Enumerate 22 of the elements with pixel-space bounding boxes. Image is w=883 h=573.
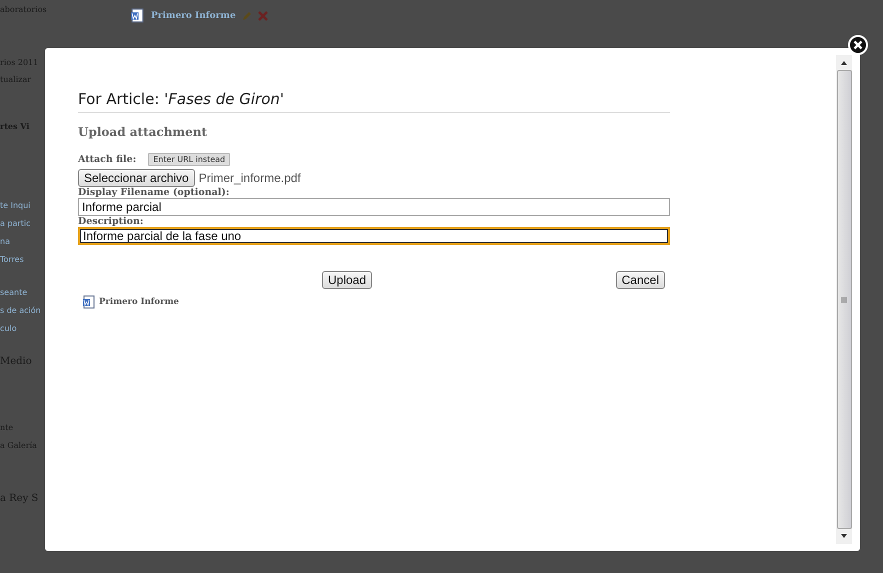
attachment-link[interactable]: Primero Informe xyxy=(99,297,179,307)
document-icon xyxy=(82,295,96,309)
field-label: Attach file: xyxy=(78,154,136,165)
file-name: Primer_informe.pdf xyxy=(198,171,301,185)
description-field[interactable]: Informe parcial de la fase uno xyxy=(78,227,670,245)
filename-field[interactable]: Informe parcial xyxy=(78,198,670,216)
close-icon[interactable] xyxy=(853,40,863,50)
field-label: Description: xyxy=(78,216,144,227)
url-button[interactable]: Enter URL instead xyxy=(148,153,230,166)
section-heading: Upload attachment xyxy=(78,125,208,139)
upload-button[interactable]: Upload xyxy=(322,271,372,289)
scrollbar[interactable] xyxy=(836,55,852,544)
field-label: Display Filename (optional): xyxy=(78,187,230,198)
dialog-title: For Article: 'Fases de Giron' xyxy=(78,90,670,113)
document-icon xyxy=(130,8,145,23)
close-button[interactable] xyxy=(848,35,868,55)
cancel-button[interactable]: Cancel xyxy=(616,271,665,289)
attachment-link[interactable]: Primero Informe xyxy=(151,10,236,20)
grip-icon xyxy=(841,296,847,302)
file-button[interactable]: Seleccionar archivo xyxy=(78,169,195,187)
up-arrow-icon[interactable] xyxy=(840,60,848,66)
down-arrow-icon[interactable] xyxy=(840,533,848,539)
